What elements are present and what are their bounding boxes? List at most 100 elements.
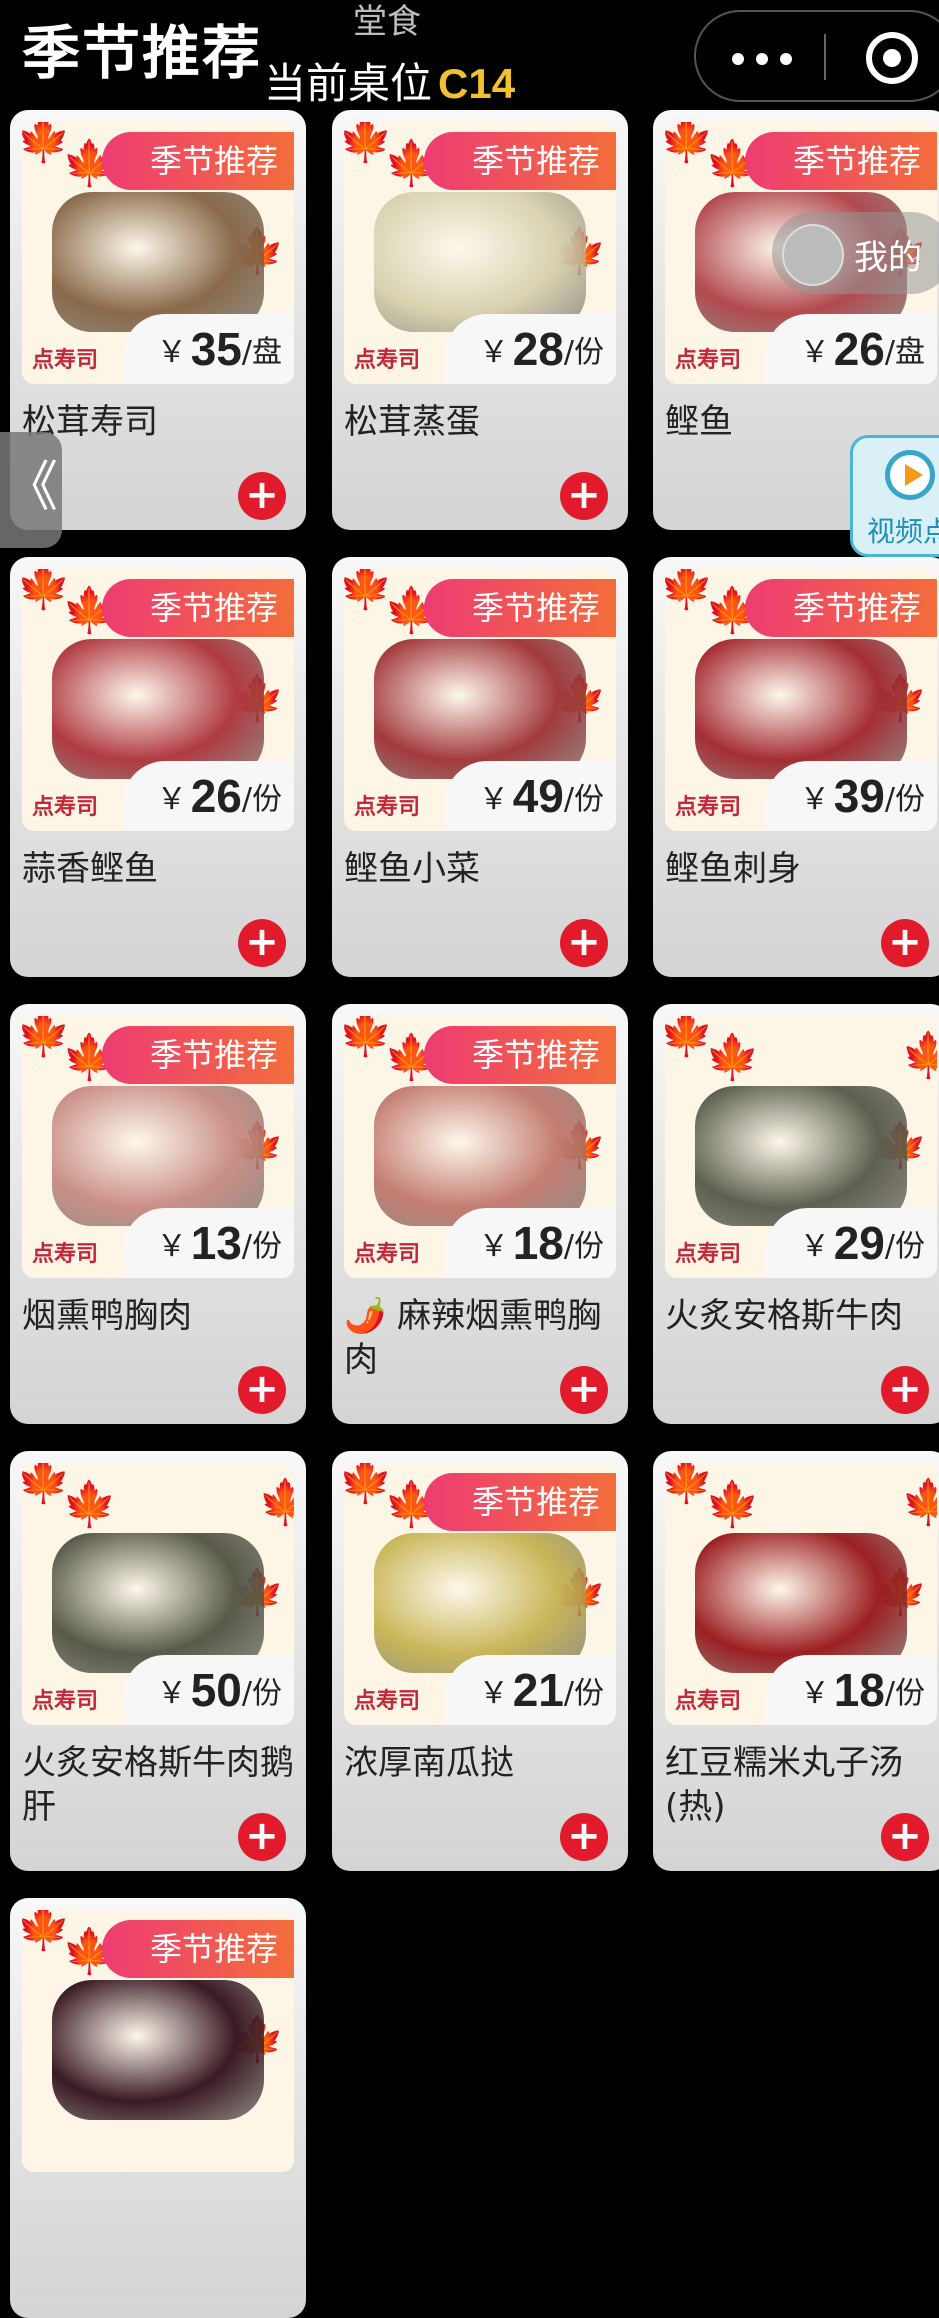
product-image[interactable]: 🍁🍁🍁🍁季节推荐 — [22, 1910, 294, 2172]
currency-symbol: ￥ — [478, 1676, 509, 1711]
maple-leaf-icon: 🍁 — [705, 1032, 760, 1083]
add-to-cart-button[interactable]: + — [881, 1366, 929, 1414]
mine-label: 我的 — [854, 238, 922, 278]
currency-symbol: ￥ — [478, 335, 509, 370]
food-photo — [374, 1086, 586, 1226]
page-title: 季节推荐 — [22, 19, 263, 87]
food-photo — [52, 1086, 264, 1226]
collapse-side-button[interactable]: 《 — [0, 432, 62, 548]
product-card[interactable]: 🍁🍁🍁🍁季节推荐点寿司￥13/份烟熏鸭胸肉 + — [10, 1004, 306, 1424]
product-card[interactable]: 🍁🍁🍁🍁点寿司￥29/份火炙安格斯牛肉+ — [653, 1004, 939, 1424]
product-name: 鲣鱼刺身 — [665, 849, 801, 889]
price-value: 18 — [512, 1217, 564, 1269]
season-badge: 季节推荐 — [744, 132, 937, 190]
brand-logo-icon: 点寿司 — [675, 1242, 742, 1267]
price-value: 49 — [512, 770, 564, 822]
video-order-button[interactable]: 视频点 — [850, 435, 939, 557]
product-image[interactable]: 🍁🍁🍁🍁季节推荐点寿司￥13/份 — [22, 1016, 294, 1278]
price-value: 28 — [512, 323, 564, 375]
play-icon — [885, 450, 935, 500]
table-code: C14 — [438, 60, 516, 107]
add-to-cart-button[interactable]: + — [238, 1366, 286, 1414]
maple-leaf-icon: 🍁 — [62, 1479, 117, 1530]
product-card[interactable]: 🍁🍁🍁🍁点寿司￥18/份红豆糯米丸子汤(热)+ — [653, 1451, 939, 1871]
target-icon[interactable] — [866, 32, 918, 84]
price-unit: /份 — [563, 335, 604, 370]
product-image[interactable]: 🍁🍁🍁🍁季节推荐点寿司￥35/盘 — [22, 122, 294, 384]
brand-logo-icon: 点寿司 — [675, 1689, 742, 1714]
product-image[interactable]: 🍁🍁🍁🍁点寿司￥50/份 — [22, 1463, 294, 1725]
capsule-divider — [824, 34, 826, 80]
maple-leaf-icon: 🍁 — [901, 1030, 937, 1081]
mine-float-button[interactable]: 我的 — [772, 212, 939, 294]
price-tag: ￥ 29/份 — [765, 1208, 937, 1278]
food-photo — [374, 639, 586, 779]
add-to-cart-button[interactable]: + — [238, 919, 286, 967]
product-image[interactable]: 🍁🍁🍁🍁季节推荐点寿司￥49/份 — [344, 569, 616, 831]
brand-logo-icon: 点寿司 — [354, 348, 421, 373]
price-unit: /盘 — [884, 335, 925, 370]
product-image[interactable]: 🍁🍁🍁🍁点寿司￥18/份 — [665, 1463, 937, 1725]
product-image[interactable]: 🍁🍁🍁🍁季节推荐点寿司￥26/份 — [22, 569, 294, 831]
season-badge: 季节推荐 — [101, 579, 294, 637]
price-unit: /份 — [884, 1229, 925, 1264]
product-image[interactable]: 🍁🍁🍁🍁季节推荐点寿司￥21/份 — [344, 1463, 616, 1725]
mini-program-capsule — [694, 10, 939, 102]
product-card[interactable]: 🍁🍁🍁🍁季节推荐点寿司￥18/份🌶️ 麻辣烟熏鸭胸肉+ — [332, 1004, 628, 1424]
currency-symbol: ￥ — [156, 782, 187, 817]
food-photo — [695, 1086, 907, 1226]
price-tag: ￥ 35/盘 — [122, 314, 294, 384]
price-tag: ￥ 50/份 — [122, 1655, 294, 1725]
add-to-cart-button[interactable]: + — [560, 472, 608, 520]
food-photo — [695, 1533, 907, 1673]
price-unit: /份 — [241, 1676, 282, 1711]
add-to-cart-button[interactable]: + — [560, 1366, 608, 1414]
product-card[interactable]: 🍁🍁🍁🍁点寿司￥50/份火炙安格斯牛肉鹅肝+ — [10, 1451, 306, 1871]
brand-logo-icon: 点寿司 — [675, 795, 742, 820]
add-to-cart-button[interactable]: + — [881, 1813, 929, 1861]
season-badge: 季节推荐 — [101, 1026, 294, 1084]
product-card[interactable]: 🍁🍁🍁🍁季节推荐点寿司￥21/份浓厚南瓜挞+ — [332, 1451, 628, 1871]
brand-logo-icon: 点寿司 — [354, 1689, 421, 1714]
product-card[interactable]: 🍁🍁🍁🍁季节推荐点寿司￥28/份松茸蒸蛋+ — [332, 110, 628, 530]
product-name: 火炙安格斯牛肉 — [665, 1296, 903, 1336]
season-badge: 季节推荐 — [101, 1920, 294, 1978]
product-name: 鲣鱼小菜 — [344, 849, 480, 889]
price-value: 39 — [833, 770, 885, 822]
price-unit: /盘 — [241, 335, 282, 370]
add-to-cart-button[interactable]: + — [560, 1813, 608, 1861]
product-card[interactable]: 🍁🍁🍁🍁季节推荐点寿司￥39/份鲣鱼刺身+ — [653, 557, 939, 977]
product-image[interactable]: 🍁🍁🍁🍁季节推荐点寿司￥39/份 — [665, 569, 937, 831]
product-name: 浓厚南瓜挞 — [344, 1743, 514, 1783]
price-value: 50 — [190, 1664, 242, 1716]
product-card[interactable]: 🍁🍁🍁🍁季节推荐 — [10, 1898, 306, 2318]
price-unit: /份 — [241, 1229, 282, 1264]
product-image[interactable]: 🍁🍁🍁🍁季节推荐点寿司￥18/份 — [344, 1016, 616, 1278]
product-card[interactable]: 🍁🍁🍁🍁季节推荐点寿司￥49/份鲣鱼小菜 + — [332, 557, 628, 977]
food-photo — [695, 639, 907, 779]
currency-symbol: ￥ — [156, 335, 187, 370]
add-to-cart-button[interactable]: + — [560, 919, 608, 967]
product-name: 松茸蒸蛋 — [344, 402, 480, 442]
price-value: 18 — [833, 1664, 885, 1716]
price-tag: ￥ 13/份 — [122, 1208, 294, 1278]
brand-logo-icon: 点寿司 — [675, 348, 742, 373]
product-image[interactable]: 🍁🍁🍁🍁季节推荐点寿司￥28/份 — [344, 122, 616, 384]
price-tag: ￥ 28/份 — [444, 314, 616, 384]
more-dots-icon[interactable] — [732, 40, 792, 76]
maple-leaf-icon: 🍁 — [705, 1479, 760, 1530]
product-card[interactable]: 🍁🍁🍁🍁季节推荐点寿司￥26/份蒜香鲣鱼 + — [10, 557, 306, 977]
table-info: 当前桌位 C14 — [264, 50, 515, 111]
dine-mode-label: 堂食 — [353, 2, 421, 42]
add-to-cart-button[interactable]: + — [881, 919, 929, 967]
price-tag: ￥ 26/份 — [122, 761, 294, 831]
season-badge: 季节推荐 — [744, 579, 937, 637]
price-tag: ￥ 26/盘 — [765, 314, 937, 384]
add-to-cart-button[interactable]: + — [238, 472, 286, 520]
product-name: 蒜香鲣鱼 — [22, 849, 158, 889]
product-image[interactable]: 🍁🍁🍁🍁点寿司￥29/份 — [665, 1016, 937, 1278]
product-name: 烟熏鸭胸肉 — [22, 1296, 192, 1336]
price-unit: /份 — [884, 1676, 925, 1711]
season-badge: 季节推荐 — [423, 579, 616, 637]
add-to-cart-button[interactable]: + — [238, 1813, 286, 1861]
